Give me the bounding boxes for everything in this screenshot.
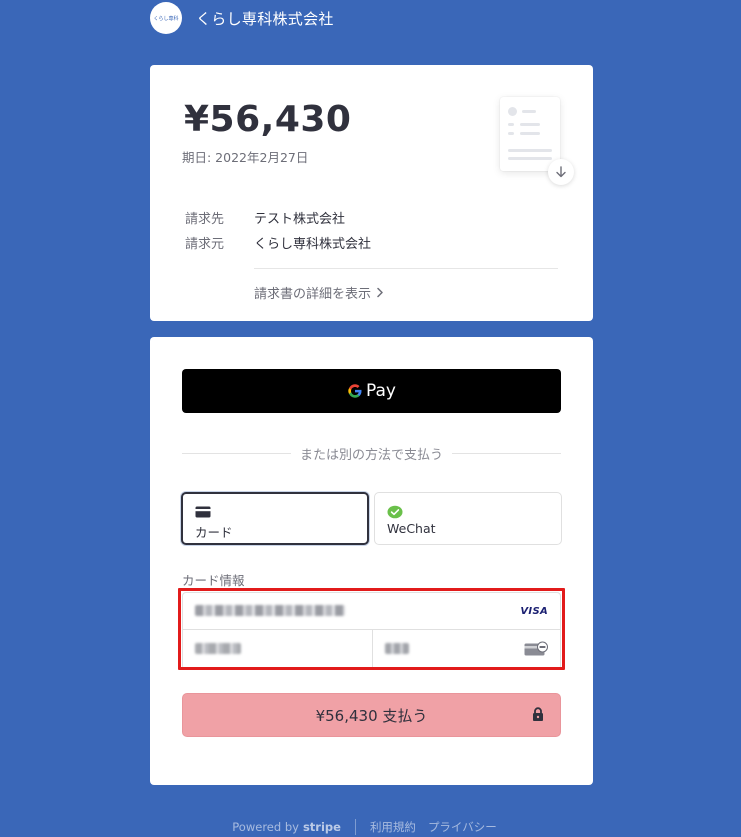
invoice-document-icon[interactable] <box>500 97 560 171</box>
card-number-field[interactable] <box>195 605 345 616</box>
bill-from-value: くらし専科株式会社 <box>254 237 372 252</box>
tab-card-label: カード <box>195 525 233 540</box>
bill-from-row: 請求元 くらし専科株式会社 <box>185 233 371 252</box>
or-pay-another-way-text: または別の方法で支払う <box>300 447 444 463</box>
lock-icon <box>533 707 543 721</box>
pay-button[interactable]: ¥56,430 支払う <box>182 693 561 737</box>
payment-card: Pay または別の方法で支払う カード WeChat カード情報 VISA ¥5… <box>150 337 593 785</box>
bill-to-value: テスト株式会社 <box>254 212 346 227</box>
tab-wechat-label: WeChat <box>387 521 436 536</box>
stripe-logo[interactable]: stripe <box>303 820 341 834</box>
divider <box>254 268 558 269</box>
merchant-logo: くらし専科 <box>150 2 182 34</box>
page-header: くらし専科 くらし専科株式会社 <box>150 2 334 34</box>
invoice-amount: ¥56,430 <box>184 99 352 140</box>
google-pay-label: Pay <box>366 381 396 401</box>
privacy-link[interactable]: プライバシー <box>428 819 497 835</box>
view-invoice-details-label: 請求書の詳細を表示 <box>254 287 372 302</box>
tab-card[interactable]: カード <box>181 492 369 545</box>
visa-logo-icon: VISA <box>520 606 548 617</box>
powered-by-text: Powered by <box>232 820 299 834</box>
bill-from-label: 請求元 <box>185 237 225 252</box>
bill-to-label: 請求先 <box>185 212 225 227</box>
pay-button-label: ¥56,430 支払う <box>315 706 428 725</box>
google-g-icon <box>348 384 362 398</box>
google-pay-button[interactable]: Pay <box>182 369 561 413</box>
credit-card-icon <box>195 506 211 518</box>
alternative-methods-divider: または別の方法で支払う <box>182 445 562 463</box>
download-invoice-button[interactable] <box>548 159 574 185</box>
merchant-name: くらし専科株式会社 <box>196 9 334 28</box>
card-expiry-field[interactable] <box>195 643 241 654</box>
view-invoice-details-link[interactable]: 請求書の詳細を表示 <box>254 283 384 302</box>
merchant-logo-text: くらし専科 <box>153 15 179 22</box>
chevron-right-icon <box>377 287 383 298</box>
wechat-icon <box>387 505 403 519</box>
tab-wechat[interactable]: WeChat <box>374 492 562 545</box>
bill-to-row: 請求先 テスト株式会社 <box>185 208 345 227</box>
cvc-card-icon <box>524 641 548 656</box>
arrow-down-icon <box>556 166 566 178</box>
page-footer: Powered by stripe 利用規約 プライバシー <box>0 818 741 836</box>
card-info-label: カード情報 <box>182 573 245 588</box>
card-details-input-group: VISA <box>182 592 561 670</box>
card-cvc-field[interactable] <box>385 643 409 654</box>
footer-separator <box>354 819 356 835</box>
terms-link[interactable]: 利用規約 <box>370 819 416 835</box>
due-date: 期日: 2022年2月27日 <box>182 150 309 165</box>
invoice-summary-card: ¥56,430 期日: 2022年2月27日 請求先 テスト株式会社 請求元 く… <box>150 65 593 321</box>
